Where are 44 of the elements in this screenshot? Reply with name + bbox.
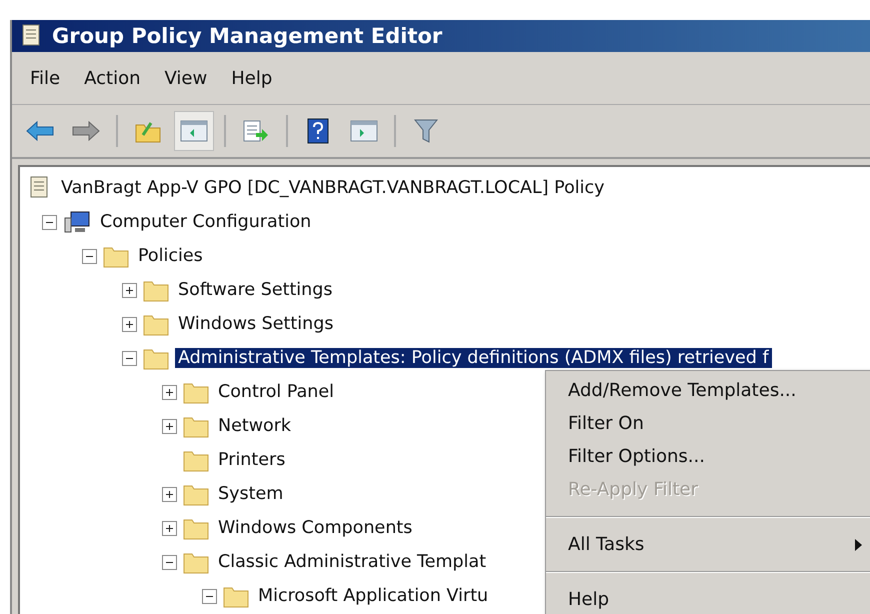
menu-item[interactable]: Filter On: [546, 407, 870, 440]
tree-item[interactable]: Computer Configuration: [97, 212, 314, 232]
tree-item[interactable]: VanBragt App-V GPO [DC_VANBRAGT.VANBRAGT.LOCAL] Policy: [58, 178, 608, 198]
collapse-icon[interactable]: [162, 554, 177, 570]
filter-icon: [414, 118, 438, 144]
tree-item[interactable]: Administrative Templates: Policy definitions (ADMX files) retrieved f: [175, 348, 772, 368]
tree-item[interactable]: Software Settings: [175, 280, 336, 300]
expand-icon[interactable]: [122, 316, 137, 332]
pane-icon: [180, 119, 208, 143]
tree-item[interactable]: Network: [215, 416, 294, 436]
forward-arrow-icon: [71, 120, 101, 142]
tree-item[interactable]: Policies: [135, 246, 206, 266]
menu-item[interactable]: Help: [546, 583, 870, 614]
menu-item[interactable]: Add/Remove Templates...: [546, 374, 870, 407]
expand-icon[interactable]: [122, 282, 137, 298]
menu-item[interactable]: File: [18, 68, 72, 88]
expand-icon[interactable]: [162, 486, 177, 502]
menu-item[interactable]: Help: [219, 68, 284, 88]
expand-icon[interactable]: [162, 418, 177, 434]
folder-up-icon: [135, 119, 161, 143]
tree-item[interactable]: Printers: [215, 450, 288, 470]
tree-item[interactable]: Windows Settings: [175, 314, 336, 334]
collapse-icon[interactable]: [202, 588, 217, 604]
help-icon: [307, 118, 329, 144]
tree-item[interactable]: Classic Administrative Templat: [215, 552, 490, 572]
menu-item[interactable]: Action: [72, 68, 152, 88]
menu-item[interactable]: View: [152, 68, 220, 88]
export-list-icon: [242, 119, 270, 143]
back-arrow-icon: [25, 120, 55, 142]
tree-item[interactable]: Microsoft Application Virtu: [255, 586, 492, 606]
collapse-icon[interactable]: [82, 248, 97, 264]
tree-item[interactable]: System: [215, 484, 286, 504]
collapse-icon[interactable]: [122, 350, 137, 366]
pane-icon: [350, 119, 378, 143]
collapse-icon[interactable]: [42, 214, 57, 230]
menu-item[interactable]: Filter Options...: [546, 440, 870, 473]
expand-icon[interactable]: [162, 384, 177, 400]
window-title: Group Policy Management Editor: [52, 24, 442, 48]
computer-icon: [63, 210, 91, 234]
submenu-arrow-icon: [855, 538, 862, 550]
tree-item[interactable]: Control Panel: [215, 382, 338, 402]
tree-item[interactable]: Windows Components: [215, 518, 416, 538]
expand-icon[interactable]: [162, 520, 177, 536]
submenu-item[interactable]: All Tasks: [546, 528, 870, 561]
